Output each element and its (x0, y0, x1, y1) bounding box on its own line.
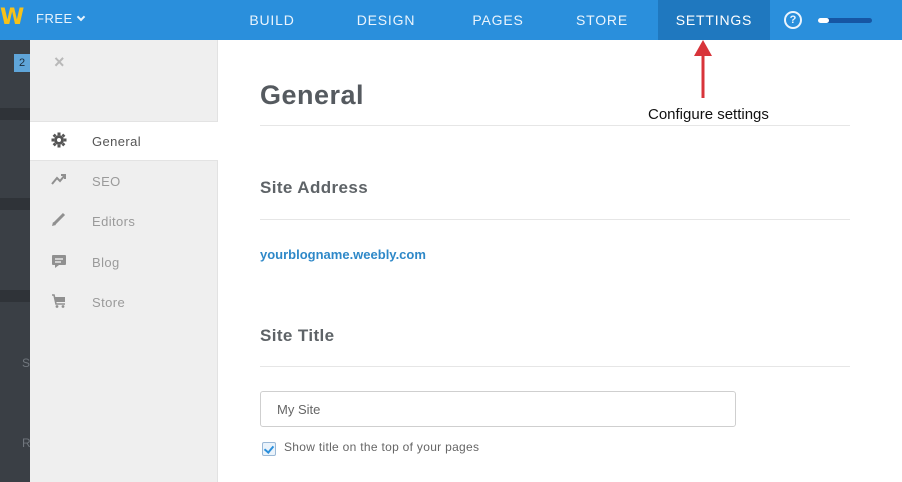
sidebar-item-label: SEO (92, 174, 121, 189)
sidebar-item-general[interactable]: General (30, 121, 218, 161)
divider (260, 219, 850, 220)
checkmark-icon (263, 443, 275, 454)
annotation-text: Configure settings (648, 106, 769, 123)
plan-dropdown[interactable]: FREE (36, 11, 85, 26)
close-icon[interactable]: × (54, 52, 65, 73)
sidebar-item-label: Editors (92, 214, 136, 229)
show-title-label: Show title on the top of your pages (284, 440, 480, 454)
setup-progress-bar (818, 18, 872, 23)
strip-band (0, 108, 30, 120)
cart-icon (50, 293, 68, 311)
strip-band (0, 290, 30, 302)
trend-icon (50, 172, 68, 190)
settings-panel: General Site Address yourblogname.weebly… (218, 40, 902, 482)
site-address-heading: Site Address (260, 178, 369, 197)
sidebar-item-seo[interactable]: SEO (30, 162, 218, 202)
weebly-logo[interactable]: W (0, 6, 24, 30)
tab-pages[interactable]: PAGES (450, 0, 546, 40)
strip-letter: S (22, 356, 31, 370)
setup-progress-fill (818, 18, 829, 23)
tab-store[interactable]: STORE (556, 0, 648, 40)
chevron-down-icon (76, 12, 85, 22)
divider (260, 366, 850, 367)
page-title: General (260, 80, 365, 110)
page-badge: 2 (14, 54, 30, 72)
sidebar-item-label: Store (92, 295, 126, 310)
site-title-input[interactable] (260, 391, 736, 427)
help-icon[interactable]: ? (784, 11, 802, 29)
sidebar-item-blog[interactable]: Blog (30, 243, 218, 283)
editor-background-strip: 2 S R (0, 40, 31, 482)
sidebar-item-editors[interactable]: Editors (30, 202, 218, 242)
tab-design[interactable]: DESIGN (334, 0, 438, 40)
top-navigation-bar: W FREE BUILD DESIGN PAGES STORE SETTINGS… (0, 0, 902, 40)
pencil-icon (50, 212, 68, 230)
settings-sidebar: × General SEO Editors Blog Store (30, 40, 218, 482)
plan-label: FREE (36, 11, 73, 26)
tab-build[interactable]: BUILD (224, 0, 320, 40)
comment-icon (50, 253, 68, 271)
sidebar-item-store[interactable]: Store (30, 283, 218, 323)
divider (260, 125, 850, 126)
annotation-arrow-icon (694, 40, 712, 98)
site-address-link[interactable]: yourblogname.weebly.com (260, 247, 426, 262)
sidebar-item-label: Blog (92, 255, 120, 270)
tab-settings[interactable]: SETTINGS (658, 0, 770, 40)
site-title-heading: Site Title (260, 326, 335, 345)
strip-band (0, 198, 30, 210)
gear-icon (50, 132, 68, 150)
show-title-checkbox[interactable] (262, 442, 276, 456)
sidebar-item-label: General (92, 134, 142, 149)
